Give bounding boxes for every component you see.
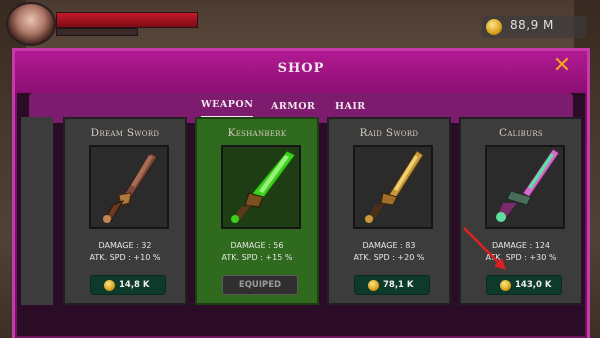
dream-sword-image xyxy=(89,145,169,229)
item-attack-speed: ATK. SPD : +10 % xyxy=(89,253,161,262)
buy-button-caliburs[interactable]: 143,0 K xyxy=(486,275,562,295)
item-damage: DAMAGE : 124 xyxy=(491,241,551,250)
gold-counter: 88,9 M xyxy=(482,16,586,38)
shop-panel: SHOP ✕ WEAPON ARMOR HAIR r Dream Sword D… xyxy=(12,48,590,338)
item-attack-speed: ATK. SPD : +30 % xyxy=(485,253,557,262)
gold-coin-icon xyxy=(368,280,379,291)
item-price: 14,8 K xyxy=(119,280,150,290)
raid-sword-image xyxy=(353,145,433,229)
gold-amount: 88,9 M xyxy=(510,18,554,32)
item-damage: DAMAGE : 56 xyxy=(230,241,284,250)
item-damage: DAMAGE : 32 xyxy=(98,241,152,250)
equipped-button[interactable]: EQUIPED xyxy=(222,275,298,295)
top-hud: 88,9 M xyxy=(0,0,600,46)
item-card-raid-sword[interactable]: Raid Sword DAMAGE : 83 ATK. SPD : +20 % … xyxy=(327,117,451,305)
keshanberk-image xyxy=(221,145,301,229)
gold-coin-icon xyxy=(500,280,511,291)
item-card-partial[interactable]: r xyxy=(21,117,53,305)
item-card-dream-sword[interactable]: Dream Sword DAMAGE : 32 ATK. SPD : +10 %… xyxy=(63,117,187,305)
health-bar xyxy=(56,12,198,28)
equipped-label: EQUIPED xyxy=(238,280,282,290)
item-attack-speed: ATK. SPD : +20 % xyxy=(353,253,425,262)
item-damage: DAMAGE : 83 xyxy=(362,241,416,250)
close-icon[interactable]: ✕ xyxy=(551,55,573,77)
item-name: Caliburs xyxy=(498,127,543,139)
caliburs-image xyxy=(485,145,565,229)
gold-coin-icon xyxy=(104,280,115,291)
buy-button-dream-sword[interactable]: 14,8 K xyxy=(90,275,166,295)
item-card-keshanberk[interactable]: Keshanberk DAMAGE : 56 ATK. SPD : +15 % … xyxy=(195,117,319,305)
item-price: 78,1 K xyxy=(383,280,414,290)
shop-header: SHOP ✕ xyxy=(15,51,587,93)
mana-bar xyxy=(56,28,138,36)
item-name: Keshanberk xyxy=(227,127,287,139)
gold-coin-icon xyxy=(486,19,502,35)
item-card-caliburs[interactable]: Caliburs DAMAGE : 124 ATK. SPD : +30 % 1… xyxy=(459,117,581,305)
item-list: r Dream Sword DAMAGE : 32 ATK. SPD : +10… xyxy=(21,117,581,307)
item-price: 143,0 K xyxy=(515,280,552,290)
buy-button-raid-sword[interactable]: 78,1 K xyxy=(354,275,430,295)
item-attack-speed: ATK. SPD : +15 % xyxy=(221,253,293,262)
tab-weapon[interactable]: WEAPON xyxy=(201,94,254,118)
item-name: Raid Sword xyxy=(359,127,419,139)
player-avatar[interactable] xyxy=(6,2,56,46)
item-name: Dream Sword xyxy=(90,127,160,139)
shop-title: SHOP xyxy=(277,61,325,76)
